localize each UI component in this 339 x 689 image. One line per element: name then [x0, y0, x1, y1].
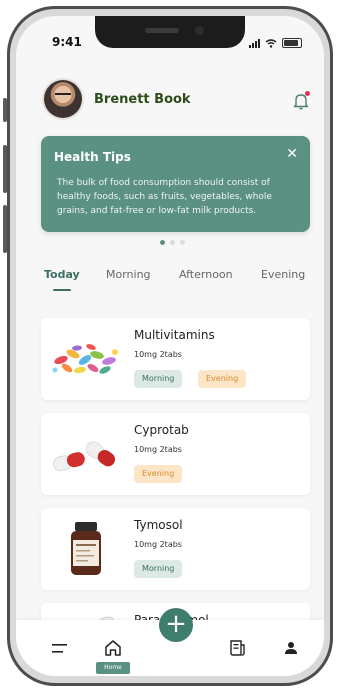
medicine-name: Tymosol — [134, 518, 183, 532]
medicine-card[interactable]: Cyprotab 10mg 2tabs Evening — [41, 413, 310, 495]
status-icons — [249, 38, 302, 48]
medicine-dose: 10mg 2tabs — [134, 540, 182, 549]
wifi-icon — [265, 39, 277, 48]
evening-tag: Evening — [134, 465, 183, 483]
morning-tag: Morning — [134, 370, 183, 388]
active-tab-indicator — [53, 289, 71, 291]
notification-dot — [305, 91, 310, 96]
assorted-pills-image — [52, 344, 118, 374]
signal-icon — [249, 39, 260, 48]
carousel-dot[interactable] — [170, 240, 175, 245]
menu-icon[interactable] — [52, 643, 68, 655]
tab-afternoon[interactable]: Afternoon — [179, 268, 233, 281]
tab-today[interactable]: Today — [44, 268, 80, 281]
speaker — [145, 28, 179, 33]
supplement-bottle-image — [71, 522, 101, 575]
health-tip-title: Health Tips — [54, 150, 131, 164]
notch — [95, 16, 245, 48]
home-icon[interactable] — [103, 638, 123, 658]
tab-morning[interactable]: Morning — [106, 268, 151, 281]
battery-icon — [282, 38, 302, 48]
avatar[interactable] — [44, 80, 82, 118]
tab-evening[interactable]: Evening — [261, 268, 305, 281]
health-tip-text: The bulk of food consumption should cons… — [57, 178, 272, 216]
volume-up-button — [3, 145, 7, 193]
prescription-icon[interactable] — [228, 639, 246, 657]
time-tabs: Today Morning Afternoon Evening — [44, 268, 324, 292]
medicine-dose: 10mg 2tabs — [134, 350, 182, 359]
medicine-card[interactable]: Multivitamins 10mg 2tabs Morning Evening — [41, 318, 310, 400]
morning-tag: Morning — [134, 560, 183, 578]
home-label[interactable]: Home — [96, 662, 130, 674]
mute-switch — [3, 98, 7, 122]
app-screen: 9:41 Brenett Book Health Tips ✕ The bulk… — [16, 16, 324, 676]
user-name: Brenett Book — [94, 92, 191, 107]
profile-icon[interactable] — [284, 641, 298, 655]
medicine-name: Cyprotab — [134, 423, 189, 437]
medicine-name: Multivitamins — [134, 328, 215, 342]
add-icon[interactable]: + — [159, 608, 193, 642]
carousel-dot-active[interactable] — [160, 240, 165, 245]
status-time: 9:41 — [52, 35, 82, 49]
avatar-glasses — [55, 93, 71, 100]
medicine-card[interactable]: Tymosol 10mg 2tabs Morning — [41, 508, 310, 590]
medicine-dose: 10mg 2tabs — [134, 445, 182, 454]
close-icon[interactable]: ✕ — [286, 146, 298, 162]
volume-down-button — [3, 205, 7, 253]
red-white-capsules-image — [53, 441, 116, 472]
evening-tag: Evening — [198, 370, 247, 388]
carousel-dot[interactable] — [180, 240, 185, 245]
health-tip-card: Health Tips ✕ The bulk of food consumpti… — [41, 136, 310, 232]
camera — [195, 26, 204, 35]
carousel-dots[interactable] — [160, 240, 185, 245]
